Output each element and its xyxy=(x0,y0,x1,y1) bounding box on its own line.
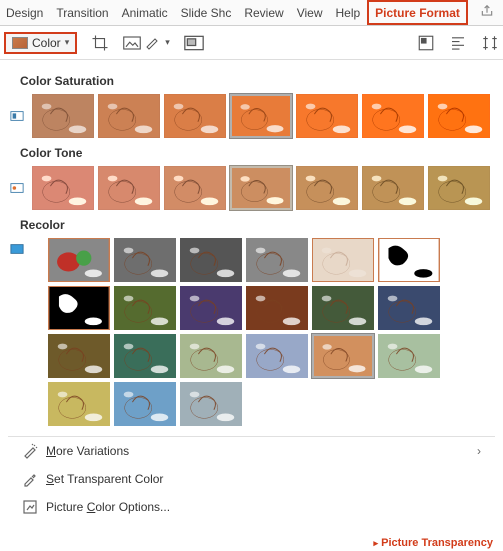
magic-wand-icon xyxy=(22,443,38,459)
recolor-thumb[interactable] xyxy=(114,334,176,378)
format-icon xyxy=(22,499,38,515)
chevron-down-icon: ▾ xyxy=(65,37,70,48)
recolor-thumb[interactable] xyxy=(48,286,110,330)
tab-view[interactable]: View xyxy=(291,0,330,25)
recolor-thumb[interactable] xyxy=(378,334,440,378)
section-recolor-title: Recolor xyxy=(8,210,495,238)
color-dropdown-button[interactable]: Color ▾ xyxy=(4,32,77,54)
picture-transparency-link[interactable]: ▸ Picture Transparency xyxy=(0,531,503,551)
tone-thumb[interactable] xyxy=(428,166,490,210)
share-icon[interactable] xyxy=(474,0,500,25)
tab-design[interactable]: Design xyxy=(0,0,50,25)
recolor-thumb[interactable] xyxy=(246,286,308,330)
recolor-thumb[interactable] xyxy=(246,334,308,378)
picture-color-options-label: Picture Color Options... xyxy=(46,500,170,514)
color-menu-footer: More Variations › Set Transparent Color … xyxy=(8,436,495,521)
saturation-thumb[interactable] xyxy=(98,94,160,138)
align-icon[interactable] xyxy=(449,34,467,52)
color-button-label: Color xyxy=(32,36,61,50)
tone-thumb[interactable] xyxy=(230,166,292,210)
saturation-row xyxy=(8,94,495,138)
picture-format-toolbar: Color ▾ ▾ xyxy=(0,26,503,60)
saturation-thumb[interactable] xyxy=(296,94,358,138)
position-icon[interactable] xyxy=(417,34,435,52)
more-variations-label: More Variations xyxy=(46,444,129,458)
tab-help[interactable]: Help xyxy=(329,0,367,25)
recolor-thumb[interactable] xyxy=(114,382,176,426)
recolor-thumb[interactable] xyxy=(114,286,176,330)
recolor-thumb[interactable] xyxy=(312,238,374,282)
tab-picture-format[interactable]: Picture Format xyxy=(367,0,468,25)
eyedropper-icon xyxy=(22,471,38,487)
saturation-thumb[interactable] xyxy=(362,94,424,138)
recolor-thumb[interactable] xyxy=(114,238,176,282)
recolor-grid xyxy=(28,238,495,426)
recolor-thumb[interactable] xyxy=(312,286,374,330)
tone-thumb[interactable] xyxy=(32,166,94,210)
set-transparent-label: Set Transparent Color xyxy=(46,472,163,486)
saturation-thumb[interactable] xyxy=(230,94,292,138)
tone-thumb[interactable] xyxy=(164,166,226,210)
chevron-right-icon: › xyxy=(477,444,481,458)
recolor-icon xyxy=(10,242,24,256)
tone-icon xyxy=(10,181,24,195)
picture-icon xyxy=(12,37,28,49)
recolor-thumb[interactable] xyxy=(48,382,110,426)
recolor-thumb[interactable] xyxy=(378,238,440,282)
section-saturation-title: Color Saturation xyxy=(8,66,495,94)
set-transparent-item[interactable]: Set Transparent Color xyxy=(8,465,495,493)
transparency-icon[interactable] xyxy=(184,35,204,51)
recolor-thumb[interactable] xyxy=(246,238,308,282)
artistic-effects-icon[interactable]: ▾ xyxy=(123,36,170,50)
saturation-thumb[interactable] xyxy=(428,94,490,138)
tab-animations[interactable]: Animatic xyxy=(116,0,175,25)
chevron-down-icon: ▾ xyxy=(165,37,170,48)
recolor-thumb[interactable] xyxy=(180,286,242,330)
tone-row xyxy=(8,166,495,210)
size-icon[interactable] xyxy=(481,34,499,52)
recolor-thumb[interactable] xyxy=(48,238,110,282)
crop-icon[interactable] xyxy=(91,34,109,52)
more-variations-item[interactable]: More Variations › xyxy=(8,437,495,465)
picture-color-options-item[interactable]: Picture Color Options... xyxy=(8,493,495,521)
recolor-thumb[interactable] xyxy=(378,286,440,330)
recolor-thumb[interactable] xyxy=(180,382,242,426)
tab-slideshow[interactable]: Slide Shc xyxy=(175,0,239,25)
saturation-icon xyxy=(10,109,24,123)
recolor-thumb[interactable] xyxy=(48,334,110,378)
recolor-thumb[interactable] xyxy=(312,334,374,378)
recolor-thumb[interactable] xyxy=(180,238,242,282)
ribbon-tabs: Design Transition Animatic Slide Shc Rev… xyxy=(0,0,503,26)
tab-review[interactable]: Review xyxy=(238,0,290,25)
saturation-thumb[interactable] xyxy=(164,94,226,138)
tone-thumb[interactable] xyxy=(362,166,424,210)
saturation-thumb[interactable] xyxy=(32,94,94,138)
recolor-thumb[interactable] xyxy=(180,334,242,378)
section-tone-title: Color Tone xyxy=(8,138,495,166)
tone-thumb[interactable] xyxy=(296,166,358,210)
tone-thumb[interactable] xyxy=(98,166,160,210)
tab-transitions[interactable]: Transition xyxy=(50,0,115,25)
color-dropdown-panel: Color Saturation xyxy=(0,60,503,531)
